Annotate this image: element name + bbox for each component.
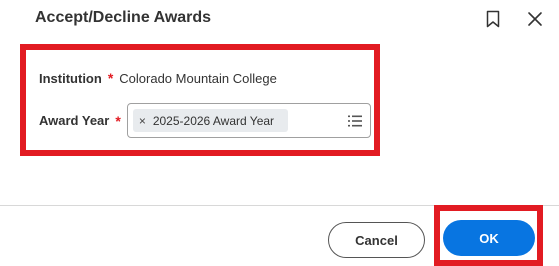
required-indicator: * — [115, 112, 121, 129]
accept-decline-awards-dialog: Accept/Decline Awards Institution * Colo… — [0, 0, 559, 266]
list-icon[interactable] — [347, 113, 363, 129]
institution-row: Institution * Colorado Mountain College — [39, 70, 277, 86]
award-year-row: Award Year * × 2025-2026 Award Year — [39, 103, 371, 138]
required-indicator: * — [107, 70, 114, 86]
institution-label: Institution — [39, 70, 102, 86]
award-year-multiselect[interactable]: × 2025-2026 Award Year — [126, 103, 371, 138]
ok-button[interactable]: OK — [443, 220, 535, 256]
selected-award-year-pill[interactable]: × 2025-2026 Award Year — [132, 109, 288, 132]
bookmark-icon[interactable] — [483, 9, 503, 29]
cancel-button[interactable]: Cancel — [328, 222, 425, 258]
remove-selection-icon[interactable]: × — [139, 114, 146, 128]
award-year-label: Award Year — [39, 113, 110, 128]
institution-value: Colorado Mountain College — [119, 70, 277, 86]
close-icon[interactable] — [525, 9, 545, 29]
highlighted-form-area: Institution * Colorado Mountain College … — [20, 44, 380, 156]
dialog-header: Accept/Decline Awards — [0, 0, 559, 40]
selected-award-year-label: 2025-2026 Award Year — [152, 113, 275, 128]
dialog-title: Accept/Decline Awards — [35, 9, 212, 26]
